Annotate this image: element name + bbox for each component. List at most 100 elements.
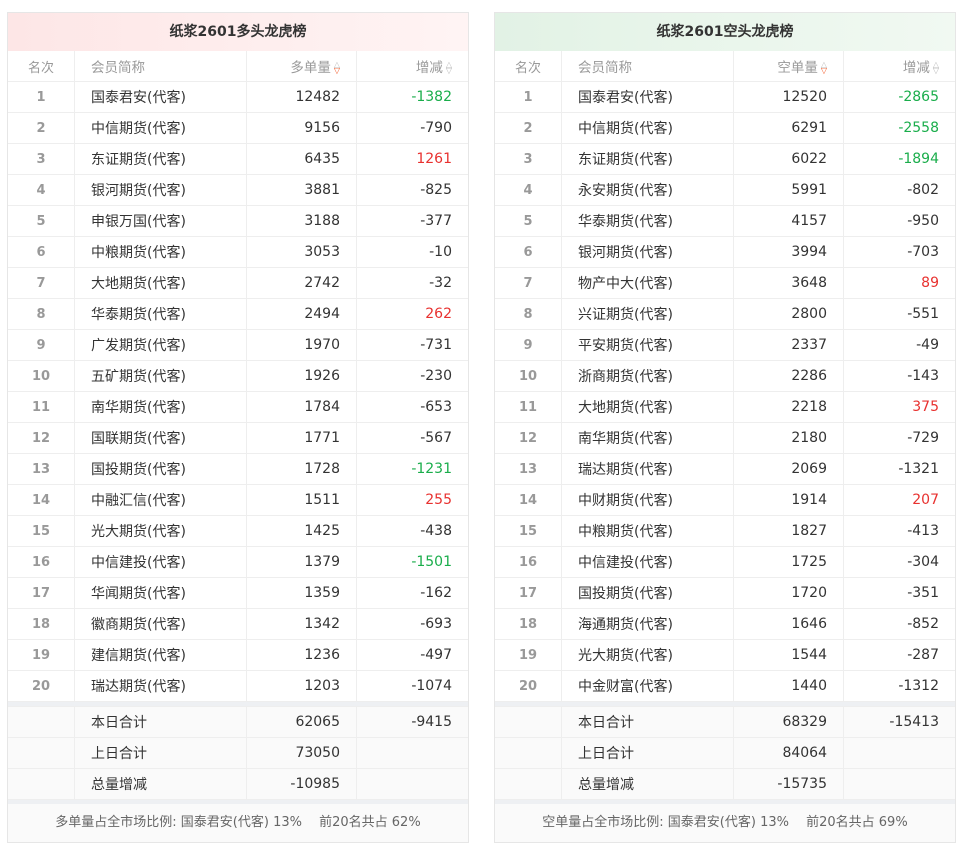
cell-member-name: 瑞达期货(代客) bbox=[74, 670, 247, 702]
cell-change: -653 bbox=[356, 391, 468, 423]
cell-member-name: 华泰期货(代客) bbox=[74, 298, 247, 330]
cell-empty bbox=[8, 768, 75, 800]
summary-change bbox=[356, 737, 468, 769]
cell-volume: 1544 bbox=[733, 639, 844, 671]
sort-icon[interactable]: △ ▽ bbox=[334, 61, 340, 75]
column-header-change[interactable]: 增减 △ ▽ bbox=[843, 51, 955, 82]
cell-change: 375 bbox=[843, 391, 955, 423]
cell-rank: 4 bbox=[495, 174, 562, 206]
cell-rank: 14 bbox=[8, 484, 75, 516]
table-row: 10 浙商期货(代客) 2286 -143 bbox=[495, 360, 955, 392]
cell-rank: 6 bbox=[8, 236, 75, 268]
cell-volume: 6435 bbox=[246, 143, 357, 175]
cell-change: -852 bbox=[843, 608, 955, 640]
cell-change: -10 bbox=[356, 236, 468, 268]
column-header-volume[interactable]: 空单量 △ ▽ bbox=[733, 51, 844, 82]
cell-volume: 1236 bbox=[246, 639, 357, 671]
cell-volume: 9156 bbox=[246, 112, 357, 144]
table-row: 12 国联期货(代客) 1771 -567 bbox=[8, 422, 468, 454]
cell-volume: 1784 bbox=[246, 391, 357, 423]
panel-title: 纸浆2601多头龙虎榜 bbox=[8, 13, 468, 51]
table-row: 18 海通期货(代客) 1646 -852 bbox=[495, 608, 955, 640]
cell-rank: 17 bbox=[8, 577, 75, 609]
cell-rank: 17 bbox=[495, 577, 562, 609]
cell-rank: 6 bbox=[495, 236, 562, 268]
cell-rank: 16 bbox=[495, 546, 562, 578]
cell-volume: 1725 bbox=[733, 546, 844, 578]
cell-rank: 12 bbox=[8, 422, 75, 454]
cell-change: -438 bbox=[356, 515, 468, 547]
column-header-change[interactable]: 增减 △ ▽ bbox=[356, 51, 468, 82]
cell-member-name: 中信建投(代客) bbox=[74, 546, 247, 578]
table-row: 10 五矿期货(代客) 1926 -230 bbox=[8, 360, 468, 392]
cell-rank: 20 bbox=[8, 670, 75, 702]
cell-rank: 8 bbox=[8, 298, 75, 330]
summary-row: 本日合计 62065 -9415 bbox=[8, 706, 468, 738]
sort-icon[interactable]: △ ▽ bbox=[933, 61, 939, 75]
summary-volume: 68329 bbox=[733, 706, 844, 738]
cell-volume: 2494 bbox=[246, 298, 357, 330]
cell-empty bbox=[8, 737, 75, 769]
summary-volume: -15735 bbox=[733, 768, 844, 800]
table-row: 20 瑞达期货(代客) 1203 -1074 bbox=[8, 670, 468, 702]
cell-rank: 12 bbox=[495, 422, 562, 454]
cell-volume: 2337 bbox=[733, 329, 844, 361]
table-row: 16 中信建投(代客) 1379 -1501 bbox=[8, 546, 468, 578]
cell-member-name: 徽商期货(代客) bbox=[74, 608, 247, 640]
cell-volume: 1342 bbox=[246, 608, 357, 640]
column-label: 增减 bbox=[902, 60, 930, 76]
sort-icon[interactable]: △ ▽ bbox=[821, 61, 827, 75]
summary-label: 本日合计 bbox=[74, 706, 247, 738]
cell-rank: 3 bbox=[8, 143, 75, 175]
summary-row: 本日合计 68329 -15413 bbox=[495, 706, 955, 738]
ranking-table: 名次 会员简称 空单量 △ ▽ 增减 △ ▽ 1 国泰君安(代客) 12520 -2865 2 中信期货(… bbox=[495, 51, 955, 800]
cell-member-name: 大地期货(代客) bbox=[74, 267, 247, 299]
cell-member-name: 物产中大(代客) bbox=[561, 267, 734, 299]
cell-rank: 19 bbox=[495, 639, 562, 671]
cell-volume: 6022 bbox=[733, 143, 844, 175]
table-row: 6 中粮期货(代客) 3053 -10 bbox=[8, 236, 468, 268]
summary-row: 上日合计 84064 bbox=[495, 737, 955, 769]
table-row: 8 兴证期货(代客) 2800 -551 bbox=[495, 298, 955, 330]
cell-volume: 1203 bbox=[246, 670, 357, 702]
cell-rank: 8 bbox=[495, 298, 562, 330]
summary-volume: 62065 bbox=[246, 706, 357, 738]
cell-member-name: 国泰君安(代客) bbox=[74, 81, 247, 113]
cell-member-name: 华闻期货(代客) bbox=[74, 577, 247, 609]
cell-volume: 3881 bbox=[246, 174, 357, 206]
summary-volume: 73050 bbox=[246, 737, 357, 769]
column-header-member: 会员简称 bbox=[74, 51, 247, 82]
cell-change: 89 bbox=[843, 267, 955, 299]
table-row: 11 大地期货(代客) 2218 375 bbox=[495, 391, 955, 423]
table-row: 13 瑞达期货(代客) 2069 -1321 bbox=[495, 453, 955, 485]
cell-volume: 4157 bbox=[733, 205, 844, 237]
table-row: 5 申银万国(代客) 3188 -377 bbox=[8, 205, 468, 237]
market-share-footer: 空单量占全市场比例: 国泰君安(代客) 13% 前20名共占 69% bbox=[495, 800, 955, 842]
cell-volume: 1379 bbox=[246, 546, 357, 578]
summary-label: 总量增减 bbox=[561, 768, 734, 800]
column-label: 名次 bbox=[514, 60, 541, 76]
cell-member-name: 中信期货(代客) bbox=[74, 112, 247, 144]
cell-empty bbox=[495, 768, 562, 800]
column-label: 名次 bbox=[27, 60, 54, 76]
table-row: 8 华泰期货(代客) 2494 262 bbox=[8, 298, 468, 330]
cell-change: -1501 bbox=[356, 546, 468, 578]
cell-member-name: 东证期货(代客) bbox=[74, 143, 247, 175]
summary-label: 上日合计 bbox=[74, 737, 247, 769]
table-row: 1 国泰君安(代客) 12520 -2865 bbox=[495, 81, 955, 113]
table-row: 7 大地期货(代客) 2742 -32 bbox=[8, 267, 468, 299]
table-row: 14 中财期货(代客) 1914 207 bbox=[495, 484, 955, 516]
cell-rank: 10 bbox=[8, 360, 75, 392]
long-ranking-panel: 纸浆2601多头龙虎榜 名次 会员简称 多单量 △ ▽ 增减 △ ▽ 1 国泰君安(代客) 12482… bbox=[7, 12, 469, 843]
table-row: 14 中融汇信(代客) 1511 255 bbox=[8, 484, 468, 516]
summary-row: 总量增减 -15735 bbox=[495, 768, 955, 800]
cell-member-name: 浙商期货(代客) bbox=[561, 360, 734, 392]
cell-member-name: 广发期货(代客) bbox=[74, 329, 247, 361]
cell-change: -729 bbox=[843, 422, 955, 454]
column-header-volume[interactable]: 多单量 △ ▽ bbox=[246, 51, 357, 82]
cell-rank: 20 bbox=[495, 670, 562, 702]
table-row: 17 华闻期货(代客) 1359 -162 bbox=[8, 577, 468, 609]
cell-rank: 3 bbox=[495, 143, 562, 175]
table-row: 13 国投期货(代客) 1728 -1231 bbox=[8, 453, 468, 485]
sort-icon[interactable]: △ ▽ bbox=[446, 61, 452, 75]
